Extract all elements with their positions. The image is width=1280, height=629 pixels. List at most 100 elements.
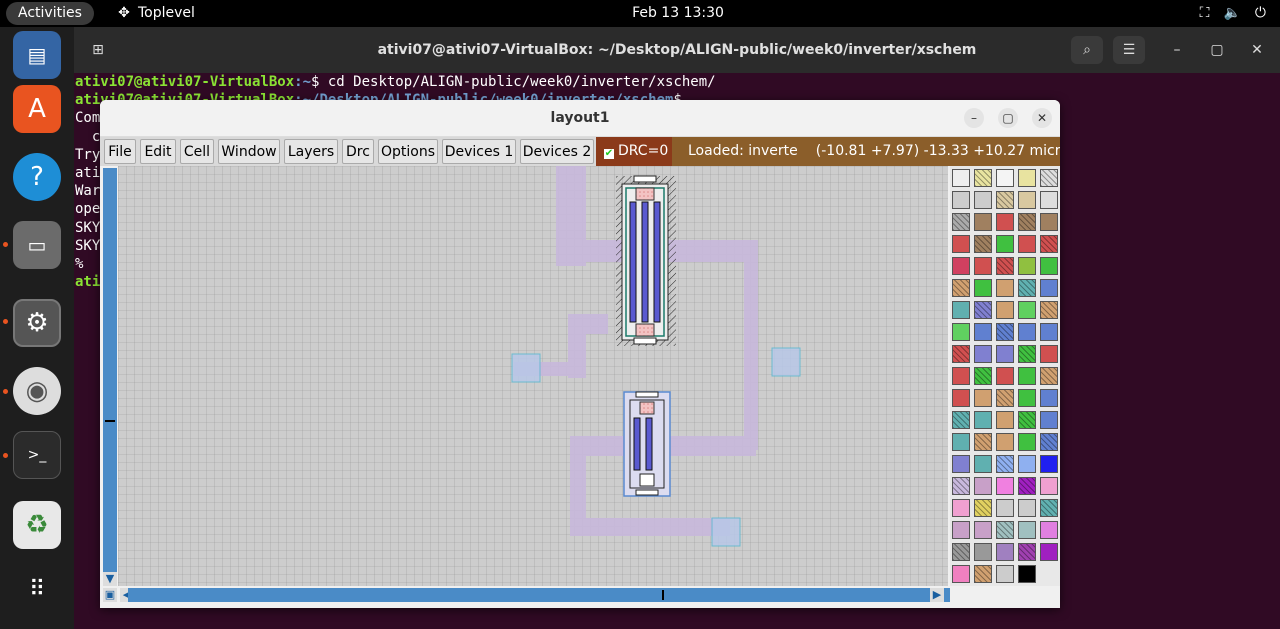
- layer-swatch[interactable]: [974, 169, 992, 187]
- layer-swatch[interactable]: [974, 301, 992, 319]
- layer-swatch[interactable]: [974, 191, 992, 209]
- layout-titlebar[interactable]: layout1 – ▢ ✕: [100, 100, 1060, 137]
- layer-swatch[interactable]: [1040, 367, 1058, 385]
- layer-swatch[interactable]: [1018, 191, 1036, 209]
- layer-swatch[interactable]: [974, 367, 992, 385]
- layer-swatch[interactable]: [952, 345, 970, 363]
- layer-swatch[interactable]: [1040, 543, 1058, 561]
- layer-swatch[interactable]: [974, 521, 992, 539]
- layer-swatch[interactable]: [1040, 169, 1058, 187]
- layer-swatch[interactable]: [1040, 411, 1058, 429]
- menu-cell[interactable]: Cell: [180, 139, 214, 164]
- layer-swatch[interactable]: [1040, 477, 1058, 495]
- layer-swatch[interactable]: [974, 389, 992, 407]
- layer-swatch[interactable]: [1040, 191, 1058, 209]
- layout-canvas[interactable]: [118, 166, 948, 586]
- layer-swatch[interactable]: [1018, 323, 1036, 341]
- dock-terminal-icon[interactable]: >_: [13, 431, 61, 479]
- layer-swatch[interactable]: [1018, 345, 1036, 363]
- layer-swatch[interactable]: [1018, 169, 1036, 187]
- layer-swatch[interactable]: [1018, 455, 1036, 473]
- menu-devices-1[interactable]: Devices 1: [442, 139, 516, 164]
- menu-devices-2[interactable]: Devices 2: [520, 139, 594, 164]
- layer-swatch[interactable]: [1040, 301, 1058, 319]
- layer-swatch[interactable]: [952, 411, 970, 429]
- scroll-right-icon[interactable]: ▶: [930, 588, 944, 602]
- scroll-down-icon[interactable]: ▼: [103, 572, 117, 586]
- layer-swatch[interactable]: [1040, 455, 1058, 473]
- dock-help-icon[interactable]: ?: [13, 153, 61, 201]
- dock-trash-icon[interactable]: ♻: [13, 501, 61, 549]
- vertical-scrollbar[interactable]: [103, 168, 117, 586]
- layer-swatch[interactable]: [1040, 389, 1058, 407]
- layer-swatch[interactable]: [1018, 301, 1036, 319]
- layer-swatch[interactable]: [1040, 521, 1058, 539]
- layer-swatch[interactable]: [1040, 279, 1058, 297]
- dock-app-center-icon[interactable]: A: [13, 85, 61, 133]
- layer-swatch[interactable]: [974, 213, 992, 231]
- layer-swatch[interactable]: [996, 345, 1014, 363]
- layer-swatch[interactable]: [974, 257, 992, 275]
- layer-swatch[interactable]: [952, 213, 970, 231]
- layer-swatch[interactable]: [996, 565, 1014, 583]
- app-menu[interactable]: ✥ Toplevel: [116, 0, 195, 27]
- layer-swatch[interactable]: [996, 169, 1014, 187]
- layer-swatch[interactable]: [952, 191, 970, 209]
- layer-swatch[interactable]: [996, 235, 1014, 253]
- layer-swatch[interactable]: [996, 191, 1014, 209]
- minimize-icon[interactable]: –: [964, 108, 984, 128]
- layer-swatch[interactable]: [952, 301, 970, 319]
- menu-options[interactable]: Options: [378, 139, 438, 164]
- layout-window[interactable]: layout1 – ▢ ✕ File Edit Cell Window Laye…: [100, 100, 1060, 608]
- layer-swatch[interactable]: [1018, 565, 1036, 583]
- horizontal-scroll-thumb[interactable]: [662, 590, 664, 600]
- layer-swatch[interactable]: [1018, 279, 1036, 297]
- menu-drc[interactable]: Drc: [342, 139, 374, 164]
- layer-swatch[interactable]: [1040, 433, 1058, 451]
- drc-toggle[interactable]: ✔ DRC=0: [596, 137, 672, 166]
- layer-swatch[interactable]: [952, 543, 970, 561]
- layer-swatch[interactable]: [974, 235, 992, 253]
- layer-swatch[interactable]: [974, 279, 992, 297]
- layer-swatch[interactable]: [952, 499, 970, 517]
- vertical-scroll-thumb[interactable]: [105, 420, 115, 422]
- layer-swatch[interactable]: [1018, 213, 1036, 231]
- layer-swatch[interactable]: [952, 565, 970, 583]
- menu-icon[interactable]: ☰: [1113, 36, 1145, 64]
- layer-swatch[interactable]: [1018, 257, 1036, 275]
- layer-swatch[interactable]: [1040, 345, 1058, 363]
- minimize-icon[interactable]: –: [1161, 36, 1193, 64]
- dock-show-apps-icon[interactable]: ⠿: [13, 565, 61, 613]
- layer-swatch[interactable]: [1018, 543, 1036, 561]
- activities-button[interactable]: Activities: [6, 2, 94, 25]
- layer-swatch[interactable]: [952, 389, 970, 407]
- dock-file-manager-icon[interactable]: ▭: [13, 221, 61, 269]
- layer-swatch[interactable]: [996, 455, 1014, 473]
- layer-swatch[interactable]: [974, 433, 992, 451]
- layer-swatch[interactable]: [996, 213, 1014, 231]
- layer-swatch[interactable]: [996, 279, 1014, 297]
- layer-swatch[interactable]: [952, 433, 970, 451]
- layer-swatch[interactable]: [952, 235, 970, 253]
- layer-swatch[interactable]: [1018, 411, 1036, 429]
- layer-swatch[interactable]: [952, 323, 970, 341]
- layer-swatch[interactable]: [996, 411, 1014, 429]
- layer-swatch[interactable]: [996, 521, 1014, 539]
- layer-swatch[interactable]: [996, 323, 1014, 341]
- layer-swatch[interactable]: [952, 169, 970, 187]
- layer-swatch[interactable]: [952, 279, 970, 297]
- layer-swatch[interactable]: [1040, 499, 1058, 517]
- layer-swatch[interactable]: [974, 345, 992, 363]
- layer-palette[interactable]: [950, 166, 1060, 586]
- drc-checkbox[interactable]: ✔: [604, 149, 614, 159]
- scroll-corner-icon[interactable]: ▣: [103, 588, 117, 602]
- layer-swatch[interactable]: [952, 455, 970, 473]
- system-tray[interactable]: ⛶ 🔈 ⏻: [1186, 0, 1266, 27]
- search-icon[interactable]: ⌕: [1071, 36, 1103, 64]
- dock-settings-icon[interactable]: ⚙: [13, 299, 61, 347]
- layer-swatch[interactable]: [974, 455, 992, 473]
- layer-swatch[interactable]: [1018, 499, 1036, 517]
- layer-swatch[interactable]: [996, 301, 1014, 319]
- layer-swatch[interactable]: [996, 367, 1014, 385]
- close-icon[interactable]: ✕: [1032, 108, 1052, 128]
